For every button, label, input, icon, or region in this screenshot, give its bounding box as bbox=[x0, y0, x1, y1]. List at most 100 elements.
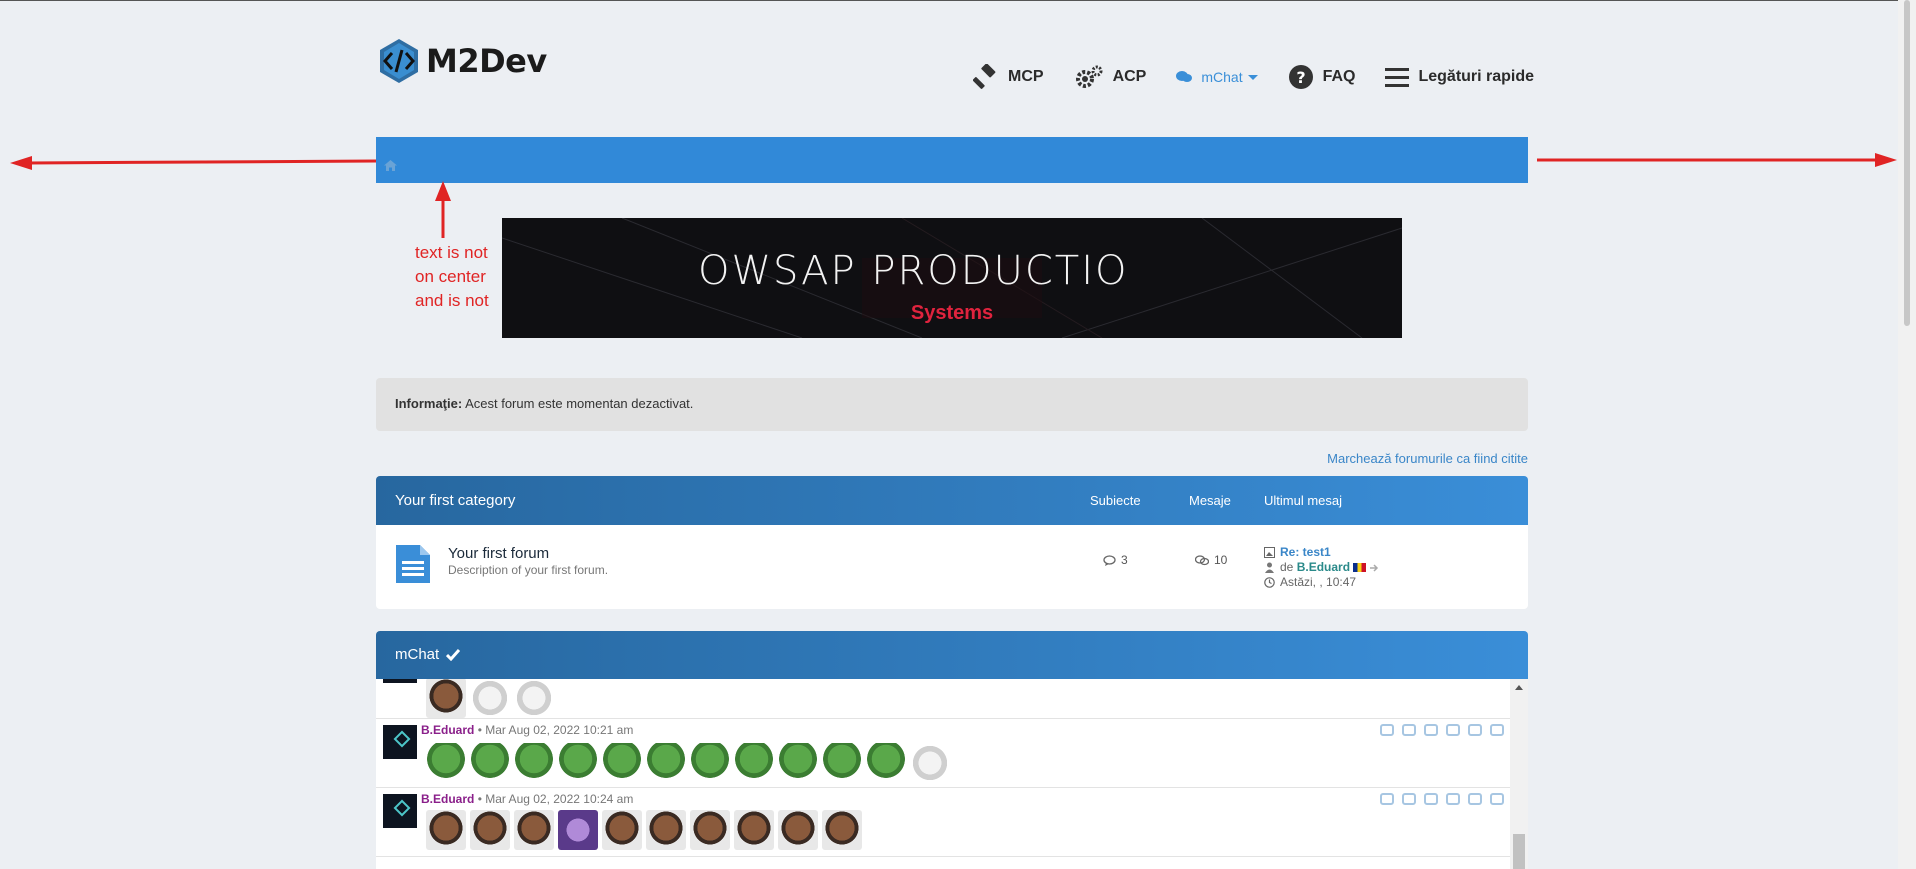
forum-description: Description of your first forum. bbox=[448, 563, 609, 577]
page-scrollbar[interactable] bbox=[1898, 0, 1916, 869]
emote-image bbox=[778, 743, 818, 783]
chat-timestamp: • Mar Aug 02, 2022 10:24 am bbox=[477, 792, 634, 806]
annotation-arrow-up bbox=[435, 181, 451, 238]
emote-image bbox=[426, 810, 466, 850]
last-post-title[interactable]: Re: test1 bbox=[1280, 545, 1331, 560]
emote-row bbox=[426, 679, 558, 718]
breadcrumb-bar bbox=[376, 137, 1528, 183]
annotation-arrow-left bbox=[10, 156, 376, 170]
forum-title[interactable]: Your first forum bbox=[448, 545, 549, 562]
forum-topics-count: 3 bbox=[1103, 553, 1128, 567]
ip-icon[interactable] bbox=[1468, 793, 1482, 805]
nav-mchat-dropdown[interactable]: mChat bbox=[1176, 69, 1258, 85]
emote-image bbox=[514, 810, 554, 850]
scroll-up-arrow-icon[interactable] bbox=[1515, 685, 1523, 690]
emote-image bbox=[734, 810, 774, 850]
message-icon[interactable] bbox=[1446, 724, 1460, 736]
clock-icon bbox=[1264, 577, 1275, 588]
chat-username[interactable]: B.Eduard bbox=[421, 723, 474, 737]
emote-row bbox=[426, 810, 866, 850]
emote-image bbox=[470, 743, 510, 783]
nav-acp[interactable]: ACP bbox=[1074, 64, 1147, 90]
info-notice: Informaţie: Acest forum este momentan de… bbox=[376, 378, 1528, 431]
nav-mchat-label: mChat bbox=[1201, 69, 1243, 85]
top-border bbox=[0, 0, 1916, 1]
chat-message-tools bbox=[1372, 724, 1504, 736]
site-logo[interactable]: M2Dev bbox=[376, 38, 547, 84]
home-icon[interactable] bbox=[384, 160, 397, 171]
nav-mcp[interactable]: MCP bbox=[973, 64, 1044, 90]
mention-icon[interactable] bbox=[1380, 724, 1394, 736]
arrow-right-icon[interactable] bbox=[1369, 563, 1379, 573]
gavel-icon bbox=[973, 64, 996, 89]
quote-icon[interactable] bbox=[1402, 724, 1416, 736]
emote-image bbox=[910, 743, 950, 783]
checkmark-icon bbox=[446, 648, 461, 661]
column-last-post: Ultimul mesaj bbox=[1264, 493, 1343, 508]
page-scroll-thumb[interactable] bbox=[1904, 0, 1910, 326]
logo-text: M2Dev bbox=[426, 42, 547, 80]
nav-faq[interactable]: ? FAQ bbox=[1288, 64, 1355, 90]
avatar bbox=[383, 794, 417, 828]
emote-image bbox=[602, 743, 642, 783]
mention-icon[interactable] bbox=[1380, 793, 1394, 805]
emote-image bbox=[470, 810, 510, 850]
svg-text:?: ? bbox=[1296, 68, 1305, 87]
info-label: Informaţie: bbox=[395, 396, 463, 411]
emote-image bbox=[646, 810, 686, 850]
gears-icon bbox=[1075, 65, 1103, 88]
chat-username[interactable]: B.Eduard bbox=[421, 792, 474, 806]
emote-image bbox=[734, 743, 774, 783]
ip-icon[interactable] bbox=[1468, 724, 1482, 736]
annotation-arrow-right-shape bbox=[1537, 153, 1897, 167]
emote-row bbox=[426, 743, 954, 783]
chat-icon bbox=[1176, 71, 1193, 82]
emote-image bbox=[470, 679, 510, 718]
emote-image bbox=[558, 810, 598, 850]
emote-image bbox=[866, 743, 906, 783]
user-icon bbox=[1265, 562, 1274, 573]
avatar bbox=[383, 679, 417, 683]
emote-image bbox=[514, 743, 554, 783]
mchat-scrollbar[interactable] bbox=[1510, 679, 1528, 869]
category-header: Your first category Subiecte Mesaje Ulti… bbox=[376, 476, 1528, 525]
emote-image bbox=[646, 743, 686, 783]
emote-image bbox=[822, 810, 862, 850]
like-icon[interactable] bbox=[1424, 724, 1438, 736]
comments-icon bbox=[1195, 554, 1209, 565]
category-title[interactable]: Your first category bbox=[395, 492, 515, 509]
mchat-title-label: mChat bbox=[395, 646, 440, 663]
report-icon[interactable] bbox=[1490, 793, 1504, 805]
info-notice-text: Informaţie: Acest forum este momentan de… bbox=[395, 396, 693, 411]
top-nav: MCP ACP mChat ? FAQ Legături rapide bbox=[973, 62, 1534, 92]
nav-acp-label: ACP bbox=[1112, 68, 1147, 85]
annotation-text: text is not on center and is not bbox=[415, 243, 489, 310]
quote-icon[interactable] bbox=[1402, 793, 1416, 805]
question-circle-icon: ? bbox=[1288, 65, 1313, 89]
scroll-thumb[interactable] bbox=[1513, 834, 1525, 869]
mark-forums-read-link[interactable]: Marchează forumurile ca fiind citite bbox=[1290, 451, 1528, 466]
banner-title: OWSAP PRODUCTIO bbox=[698, 248, 1129, 294]
mchat-header: mChat bbox=[376, 631, 1528, 679]
emote-image bbox=[558, 743, 598, 783]
emote-image bbox=[778, 810, 818, 850]
message-icon[interactable] bbox=[1446, 793, 1460, 805]
comment-icon bbox=[1103, 554, 1116, 566]
chevron-down-icon bbox=[1247, 74, 1258, 80]
emote-image bbox=[602, 810, 642, 850]
nav-quick-links-label: Legături rapide bbox=[1418, 68, 1535, 85]
nav-quick-links[interactable]: Legături rapide bbox=[1385, 66, 1534, 88]
chat-message-meta: B.Eduard • Mar Aug 02, 2022 10:21 am bbox=[421, 723, 633, 737]
report-icon[interactable] bbox=[1490, 724, 1504, 736]
flag-icon bbox=[1353, 563, 1367, 572]
forum-document-icon bbox=[396, 545, 430, 583]
emote-image bbox=[822, 743, 862, 783]
avatar bbox=[383, 725, 417, 759]
forum-row: Your first forum Description of your fir… bbox=[376, 525, 1528, 609]
topics-value: 3 bbox=[1121, 553, 1128, 567]
last-post-user[interactable]: B.Eduard bbox=[1297, 560, 1350, 575]
chat-message-tools bbox=[1372, 793, 1504, 805]
mchat-title: mChat bbox=[395, 646, 461, 663]
code-brackets-icon bbox=[380, 39, 418, 83]
like-icon[interactable] bbox=[1424, 793, 1438, 805]
